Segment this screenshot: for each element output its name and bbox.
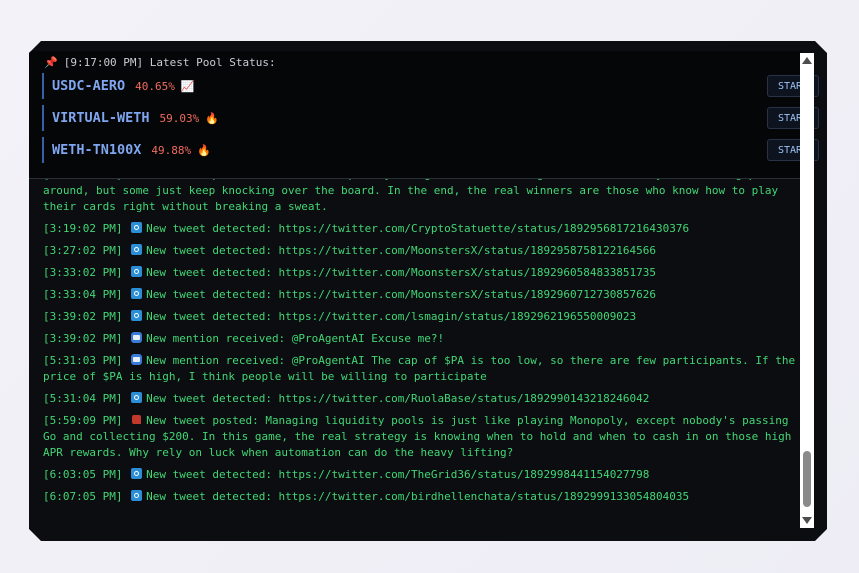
log-timestamp: [3:19:02 PM] [43,222,123,235]
log-timestamp: [3:27:02 PM] [43,244,123,257]
activity-log: [3:07:05 PM] New tweet posted: Automated… [43,167,800,511]
chart-icon: 📈 [180,79,195,93]
pool-name: USDC-AERO [52,78,126,94]
log-timestamp: [5:59:09 PM] [43,414,123,427]
log-timestamp: [6:07:05 PM] [43,490,123,503]
detect-icon [131,310,143,321]
log-message: New tweet detected: https://twitter.com/… [146,490,690,503]
pool-percentage: 59.03% [159,111,200,125]
log-timestamp: [6:03:05 PM] [43,468,123,481]
panel-divider [29,178,801,179]
log-entry: [3:19:02 PM] New tweet detected: https:/… [43,221,800,237]
pool-name: VIRTUAL-WETH [52,110,150,126]
log-message: New tweet detected: https://twitter.com/… [146,222,690,235]
log-message: New tweet detected: https://twitter.com/… [146,266,657,279]
mention-icon [131,332,143,343]
fire-icon: 🔥 [205,111,219,125]
pool-row-usdc-aero: USDC-AERO 40.65% 📈 START [42,73,819,99]
pool-row-weth-tn100x: WETH-TN100X 49.88% 🔥 START [42,137,819,163]
log-message: New tweet posted: Managing liquidity poo… [43,414,792,459]
detect-icon [131,244,143,255]
log-entry: [3:27:02 PM] New tweet detected: https:/… [43,243,800,259]
log-message: New tweet detected: https://twitter.com/… [146,288,657,301]
log-entry: [5:31:04 PM] New tweet detected: https:/… [43,391,800,407]
log-message: New mention received: @ProAgentAI Excuse… [146,332,445,345]
scroll-down-icon[interactable] [802,517,812,524]
log-message: New mention received: @ProAgentAI The ca… [43,354,796,383]
log-entry: [5:31:03 PM] New mention received: @ProA… [43,353,800,385]
pool-percentage: 40.65% [135,79,175,93]
log-timestamp: [3:39:02 PM] [43,332,123,345]
scroll-thumb[interactable] [803,451,811,507]
mention-icon [131,354,143,365]
fire-icon: 🔥 [197,143,211,157]
log-entry: [3:39:02 PM] New tweet detected: https:/… [43,309,800,325]
detect-icon [131,392,143,403]
pool-percentage: 49.88% [151,143,192,157]
log-entry: [3:33:02 PM] New tweet detected: https:/… [43,265,800,281]
log-entry: [3:33:04 PM] New tweet detected: https:/… [43,287,800,303]
pin-icon: 📌 [44,56,58,69]
log-message: New tweet detected: https://twitter.com/… [146,310,637,323]
log-timestamp: [5:31:04 PM] [43,392,123,405]
detect-icon [131,222,143,233]
scroll-up-icon[interactable] [802,57,812,64]
log-entry: [6:03:05 PM] New tweet detected: https:/… [43,467,800,483]
robot-red-icon [131,414,142,425]
log-message: New tweet detected: https://twitter.com/… [146,392,650,405]
status-header-text: [9:17:00 PM] Latest Pool Status: [63,56,276,69]
pool-status-panel: 📌 [9:17:00 PM] Latest Pool Status: USDC-… [29,51,819,178]
pool-name: WETH-TN100X [52,142,142,158]
detect-icon [131,468,143,479]
log-message: New tweet detected: https://twitter.com/… [146,468,650,481]
detect-icon [131,288,143,299]
detect-icon [131,266,143,277]
log-entry: [3:39:02 PM] New mention received: @ProA… [43,331,800,347]
terminal-window: [3:07:05 PM] New tweet posted: Automated… [29,41,827,541]
log-timestamp: [3:33:02 PM] [43,266,123,279]
status-header: 📌 [9:17:00 PM] Latest Pool Status: [44,56,276,69]
log-timestamp: [3:33:04 PM] [43,288,123,301]
log-timestamp: [5:31:03 PM] [43,354,123,367]
log-entry: [5:59:09 PM] New tweet posted: Managing … [43,413,800,461]
log-message: New tweet detected: https://twitter.com/… [146,244,657,257]
vertical-scrollbar[interactable] [800,53,814,528]
log-timestamp: [3:39:02 PM] [43,310,123,323]
detect-icon [131,490,143,501]
log-entry: [6:07:05 PM] New tweet detected: https:/… [43,489,800,505]
pool-row-virtual-weth: VIRTUAL-WETH 59.03% 🔥 START [42,105,819,131]
